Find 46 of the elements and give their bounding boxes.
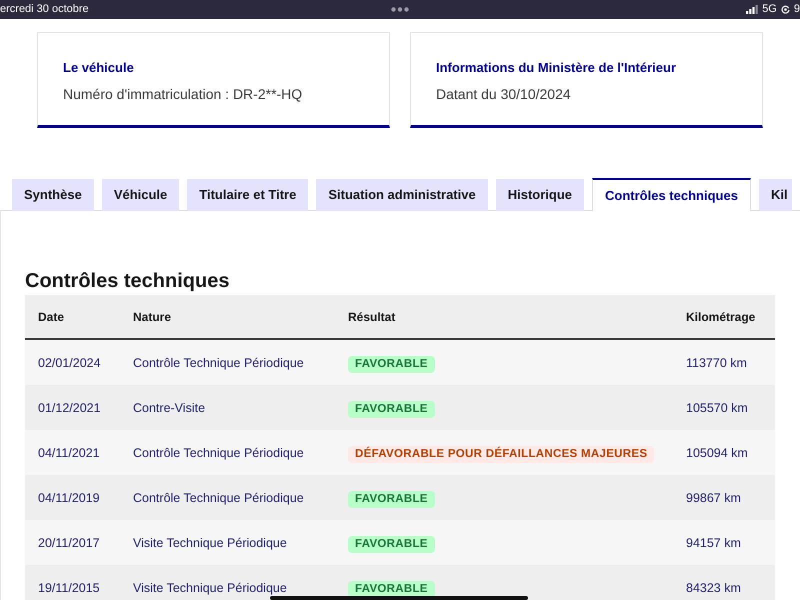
tab[interactable]: Synthèse (12, 179, 94, 211)
table-cell: Visite Technique Périodique (133, 536, 287, 550)
table-cell: 01/12/2021 (38, 400, 101, 414)
table-cell: Contre-Visite (133, 400, 206, 414)
column-header: Kilométrage (686, 310, 756, 324)
table-cell: 105094 km (686, 446, 748, 460)
status-badge: FAVORABLE (348, 400, 435, 418)
status-badge: FAVORABLE (348, 580, 435, 598)
status-badge: FAVORABLE (348, 490, 435, 508)
table-cell: Contrôle Technique Périodique (133, 490, 304, 504)
status-badge: FAVORABLE (348, 356, 435, 372)
tab[interactable]: Contrôles techniques (592, 178, 751, 211)
table-cell: 99867 km (686, 490, 741, 504)
status-badge: FAVORABLE (348, 536, 435, 552)
network-label: 5G (762, 2, 777, 17)
table-cell: 113770 km (686, 356, 747, 370)
tab[interactable]: Historique (496, 179, 584, 211)
table-cell: 02/01/2024 (38, 356, 101, 370)
card-title: Le véhicule (63, 59, 135, 76)
table-cell: 04/11/2019 (38, 490, 100, 504)
section-title: Contrôles techniques (25, 269, 230, 293)
status-badge: DÉFAVORABLE POUR DÉFAILLANCES MAJEURES (348, 446, 654, 462)
column-header: Nature (133, 310, 172, 324)
table-cell: Visite Technique Périodique (133, 580, 287, 594)
more-dots-icon[interactable] (391, 7, 409, 12)
status-text: 9 (794, 2, 800, 17)
table-cell: Contrôle Technique Périodique (133, 446, 304, 460)
card-text: Numéro d'immatriculation : DR-2**-HQ (63, 85, 304, 103)
table-cell: Contrôle Technique Périodique (133, 356, 304, 370)
card-text: Datant du 30/10/2024 (436, 85, 572, 103)
tab[interactable]: Véhicule (102, 179, 180, 211)
ring-icon (780, 5, 790, 14)
tab[interactable]: Titulaire et Titre (187, 179, 308, 211)
tab[interactable]: Situation administrative (316, 179, 488, 211)
column-header: Résultat (348, 310, 396, 324)
table-cell: 105570 km (686, 400, 748, 414)
column-header: Date (38, 310, 64, 324)
signal-icon (746, 5, 758, 14)
tab[interactable]: Kil (758, 179, 792, 211)
table-cell: 20/11/2017 (38, 536, 100, 550)
table-cell: 94157 km (686, 536, 741, 550)
table-cell: 19/11/2015 (38, 580, 100, 594)
card-title: Informations du Ministère de l'Intérieur (436, 59, 678, 76)
status-date: ercredi 30 octobre (0, 3, 89, 15)
table-cell: 84323 km (686, 580, 741, 594)
table-cell: 04/11/2021 (38, 446, 100, 460)
